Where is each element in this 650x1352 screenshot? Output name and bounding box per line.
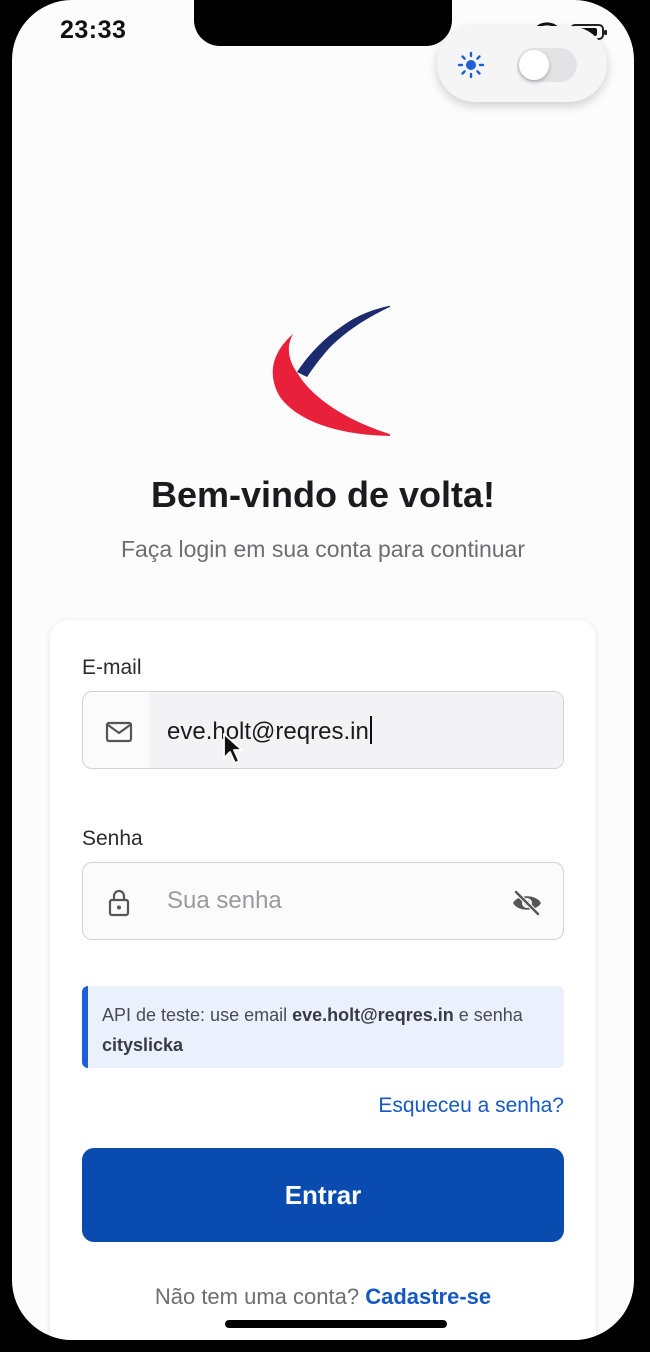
signup-row: Não tem uma conta? Cadastre-se [50,1284,596,1310]
eye-off-icon[interactable] [511,889,543,917]
sun-icon [457,51,485,79]
switch-knob [519,50,549,80]
mouse-pointer-icon [223,733,243,764]
email-field[interactable]: eve.holt@reqres.in [82,691,564,769]
mail-icon [105,721,133,743]
phone-frame: 23:33 Bem-vindo de volta! Faça login em … [0,0,650,1352]
password-input[interactable]: Sua senha [167,887,282,915]
email-label: E-mail [82,656,142,679]
lock-icon [108,889,130,917]
email-value: eve.holt@reqres.in [167,718,369,745]
hint-prefix: API de teste: use email [102,1005,293,1025]
dark-mode-switch[interactable] [517,48,577,82]
login-button[interactable]: Entrar [82,1148,564,1242]
app-screen: 23:33 Bem-vindo de volta! Faça login em … [12,0,634,1340]
status-time: 23:33 [60,16,127,44]
forgot-password-link[interactable]: Esqueceu a senha? [378,1094,564,1118]
home-indicator[interactable] [225,1320,447,1328]
text-caret [369,716,372,744]
device-notch [194,0,452,46]
hint-password: cityslicka [102,1035,184,1055]
signup-prompt: Não tem uma conta? [154,1284,360,1309]
password-field[interactable]: Sua senha [82,862,564,940]
page-subtitle: Faça login em sua conta para continuar [120,536,526,562]
password-label: Senha [82,827,143,850]
email-input[interactable]: eve.holt@reqres.in [167,716,372,746]
login-card: E-mail eve.holt@reqres.in Senha Sua senh… [50,620,596,1340]
app-logo [272,305,390,436]
hint-middle: e senha [453,1005,523,1025]
signup-link[interactable]: Cadastre-se [365,1284,491,1309]
hint-email: eve.holt@reqres.in [292,1005,454,1025]
theme-toggle[interactable] [437,26,607,102]
test-api-hint: API de teste: use email eve.holt@reqres.… [82,986,564,1068]
page-title: Bem-vindo de volta! [150,474,496,515]
